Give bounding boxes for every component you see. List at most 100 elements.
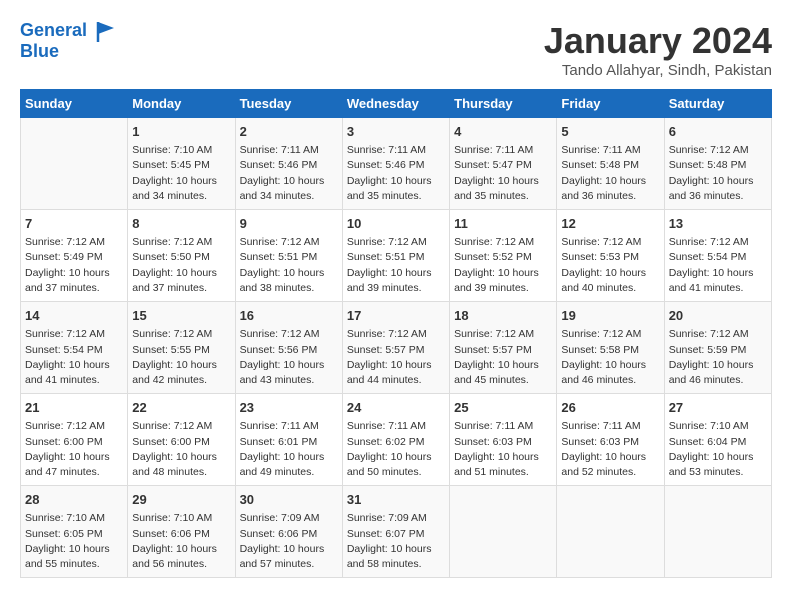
day-number: 9: [240, 215, 338, 233]
day-info: Sunrise: 7:12 AMSunset: 5:55 PMDaylight:…: [132, 327, 230, 388]
day-info: Sunrise: 7:09 AMSunset: 6:06 PMDaylight:…: [240, 511, 338, 572]
calendar-cell: 5 Sunrise: 7:11 AMSunset: 5:48 PMDaylight…: [557, 118, 664, 210]
calendar-cell: 17Sunrise: 7:12 AMSunset: 5:57 PMDayligh…: [342, 302, 449, 394]
calendar-cell: 24 Sunrise: 7:11 AMSunset: 6:02 PMDayligh…: [342, 394, 449, 486]
calendar-cell: 28 Sunrise: 7:10 AMSunset: 6:05 PMDayligh…: [21, 486, 128, 578]
day-number: 3: [347, 123, 445, 141]
day-info: Sunrise: 7:11 AMSunset: 6:03 PMDaylight:…: [454, 419, 552, 480]
day-number: 6: [669, 123, 767, 141]
day-info: Sunrise: 7:10 AMSunset: 6:06 PMDaylight:…: [132, 511, 230, 572]
calendar-cell: 26Sunrise: 7:11 AMSunset: 6:03 PMDayligh…: [557, 394, 664, 486]
logo-blue: Blue: [20, 42, 116, 62]
day-info: Sunrise: 7:10 AMSunset: 5:45 PMDaylight:…: [132, 143, 230, 204]
calendar-cell: 31Sunrise: 7:09 AMSunset: 6:07 PMDayligh…: [342, 486, 449, 578]
weekday-header-wednesday: Wednesday: [342, 90, 449, 118]
calendar-cell: 22Sunrise: 7:12 AMSunset: 6:00 PMDayligh…: [128, 394, 235, 486]
day-info: Sunrise: 7:12 AMSunset: 5:48 PMDaylight:…: [669, 143, 767, 204]
day-number: 25: [454, 399, 552, 417]
calendar-cell: 30 Sunrise: 7:09 AMSunset: 6:06 PMDayligh…: [235, 486, 342, 578]
day-info: Sunrise: 7:12 AMSunset: 5:58 PMDaylight:…: [561, 327, 659, 388]
day-number: 30: [240, 491, 338, 509]
day-number: 27: [669, 399, 767, 417]
calendar-cell: 19 Sunrise: 7:12 AMSunset: 5:58 PMDayligh…: [557, 302, 664, 394]
week-row-5: 28 Sunrise: 7:10 AMSunset: 6:05 PMDayligh…: [21, 486, 772, 578]
calendar-cell: 23Sunrise: 7:11 AMSunset: 6:01 PMDayligh…: [235, 394, 342, 486]
weekday-header-friday: Friday: [557, 90, 664, 118]
day-number: 4: [454, 123, 552, 141]
week-row-3: 14 Sunrise: 7:12 AMSunset: 5:54 PMDayligh…: [21, 302, 772, 394]
calendar-cell: 4 Sunrise: 7:11 AMSunset: 5:47 PMDaylight…: [450, 118, 557, 210]
day-number: 19: [561, 307, 659, 325]
day-info: Sunrise: 7:12 AMSunset: 5:52 PMDaylight:…: [454, 235, 552, 296]
calendar-cell: 7Sunrise: 7:12 AMSunset: 5:49 PMDaylight…: [21, 210, 128, 302]
day-number: 20: [669, 307, 767, 325]
day-number: 31: [347, 491, 445, 509]
day-info: Sunrise: 7:11 AMSunset: 5:46 PMDaylight:…: [240, 143, 338, 204]
location: Tando Allahyar, Sindh, Pakistan: [544, 62, 772, 79]
calendar-cell: [450, 486, 557, 578]
calendar-cell: 8Sunrise: 7:12 AMSunset: 5:50 PMDaylight…: [128, 210, 235, 302]
calendar-cell: 14 Sunrise: 7:12 AMSunset: 5:54 PMDayligh…: [21, 302, 128, 394]
day-number: 5: [561, 123, 659, 141]
calendar-cell: 6 Sunrise: 7:12 AMSunset: 5:48 PMDaylight…: [664, 118, 771, 210]
day-number: 14: [25, 307, 123, 325]
logo-flag-icon: [94, 20, 116, 42]
page-header: General Blue January 2024 Tando Allahyar…: [20, 20, 772, 79]
day-info: Sunrise: 7:12 AMSunset: 5:57 PMDaylight:…: [347, 327, 445, 388]
day-number: 16: [240, 307, 338, 325]
month-title: January 2024: [544, 20, 772, 62]
day-info: Sunrise: 7:12 AMSunset: 5:54 PMDaylight:…: [669, 235, 767, 296]
day-number: 2: [240, 123, 338, 141]
weekday-header-saturday: Saturday: [664, 90, 771, 118]
day-info: Sunrise: 7:11 AMSunset: 6:02 PMDaylight:…: [347, 419, 445, 480]
calendar-cell: 9 Sunrise: 7:12 AMSunset: 5:51 PMDaylight…: [235, 210, 342, 302]
day-number: 28: [25, 491, 123, 509]
calendar-cell: [557, 486, 664, 578]
calendar-cell: 13 Sunrise: 7:12 AMSunset: 5:54 PMDayligh…: [664, 210, 771, 302]
day-number: 1: [132, 123, 230, 141]
day-number: 10: [347, 215, 445, 233]
day-number: 12: [561, 215, 659, 233]
day-info: Sunrise: 7:12 AMSunset: 5:54 PMDaylight:…: [25, 327, 123, 388]
day-info: Sunrise: 7:11 AMSunset: 6:03 PMDaylight:…: [561, 419, 659, 480]
day-info: Sunrise: 7:12 AMSunset: 5:57 PMDaylight:…: [454, 327, 552, 388]
calendar-cell: 15 Sunrise: 7:12 AMSunset: 5:55 PMDayligh…: [128, 302, 235, 394]
day-info: Sunrise: 7:12 AMSunset: 5:56 PMDaylight:…: [240, 327, 338, 388]
day-info: Sunrise: 7:11 AMSunset: 5:48 PMDaylight:…: [561, 143, 659, 204]
day-number: 13: [669, 215, 767, 233]
calendar-cell: 21 Sunrise: 7:12 AMSunset: 6:00 PMDayligh…: [21, 394, 128, 486]
day-number: 15: [132, 307, 230, 325]
weekday-header-monday: Monday: [128, 90, 235, 118]
day-number: 21: [25, 399, 123, 417]
day-info: Sunrise: 7:11 AMSunset: 5:47 PMDaylight:…: [454, 143, 552, 204]
title-section: January 2024 Tando Allahyar, Sindh, Paki…: [544, 20, 772, 79]
day-number: 23: [240, 399, 338, 417]
day-number: 8: [132, 215, 230, 233]
calendar-cell: 3Sunrise: 7:11 AMSunset: 5:46 PMDaylight…: [342, 118, 449, 210]
calendar-cell: [21, 118, 128, 210]
day-info: Sunrise: 7:12 AMSunset: 5:59 PMDaylight:…: [669, 327, 767, 388]
logo: General Blue: [20, 20, 116, 62]
calendar-table: SundayMondayTuesdayWednesdayThursdayFrid…: [20, 89, 772, 578]
calendar-cell: 27Sunrise: 7:10 AMSunset: 6:04 PMDayligh…: [664, 394, 771, 486]
day-number: 22: [132, 399, 230, 417]
calendar-cell: [664, 486, 771, 578]
day-info: Sunrise: 7:12 AMSunset: 6:00 PMDaylight:…: [25, 419, 123, 480]
calendar-cell: 16 Sunrise: 7:12 AMSunset: 5:56 PMDayligh…: [235, 302, 342, 394]
calendar-cell: 18 Sunrise: 7:12 AMSunset: 5:57 PMDayligh…: [450, 302, 557, 394]
calendar-cell: 12Sunrise: 7:12 AMSunset: 5:53 PMDayligh…: [557, 210, 664, 302]
calendar-cell: 1 Sunrise: 7:10 AMSunset: 5:45 PMDaylight…: [128, 118, 235, 210]
calendar-cell: 11 Sunrise: 7:12 AMSunset: 5:52 PMDayligh…: [450, 210, 557, 302]
day-info: Sunrise: 7:10 AMSunset: 6:05 PMDaylight:…: [25, 511, 123, 572]
day-info: Sunrise: 7:12 AMSunset: 5:51 PMDaylight:…: [240, 235, 338, 296]
day-number: 24: [347, 399, 445, 417]
day-info: Sunrise: 7:12 AMSunset: 5:51 PMDaylight:…: [347, 235, 445, 296]
day-info: Sunrise: 7:12 AMSunset: 5:49 PMDaylight:…: [25, 235, 123, 296]
calendar-cell: 29Sunrise: 7:10 AMSunset: 6:06 PMDayligh…: [128, 486, 235, 578]
week-row-4: 21 Sunrise: 7:12 AMSunset: 6:00 PMDayligh…: [21, 394, 772, 486]
weekday-header-sunday: Sunday: [21, 90, 128, 118]
day-number: 18: [454, 307, 552, 325]
weekday-header-thursday: Thursday: [450, 90, 557, 118]
week-row-1: 1 Sunrise: 7:10 AMSunset: 5:45 PMDaylight…: [21, 118, 772, 210]
day-number: 11: [454, 215, 552, 233]
